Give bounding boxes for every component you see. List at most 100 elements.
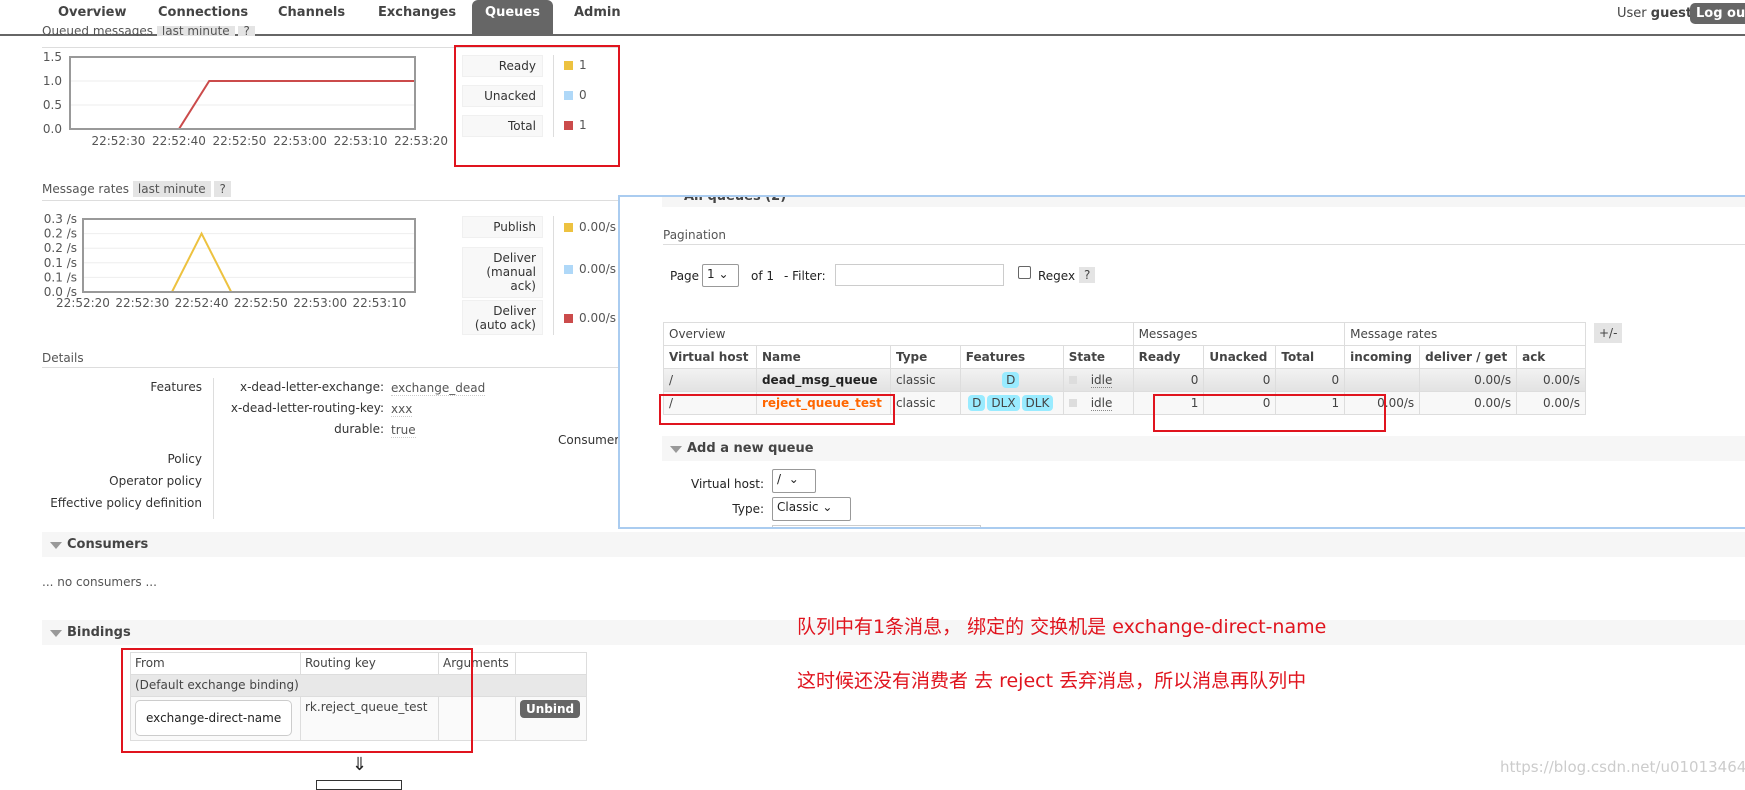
legend-label: Deliver (manual ack)	[462, 247, 543, 298]
down-arrow-icon: ⇓	[352, 754, 368, 775]
queued-range[interactable]: last minute	[156, 26, 235, 36]
logout-button[interactable]: Log out	[1690, 3, 1745, 24]
consumers-section-toggle[interactable]: Consumers	[42, 532, 1745, 557]
col-actions	[515, 652, 587, 675]
chevron-down-icon: ⌄	[788, 472, 799, 486]
unbind-button[interactable]: Unbind	[520, 700, 581, 718]
tab-connections[interactable]: Connections	[158, 5, 248, 20]
feature-badge: D	[1002, 372, 1020, 388]
column-header[interactable]: Features	[959, 345, 1064, 369]
column-header[interactable]: State	[1062, 345, 1134, 369]
filter-label: - Filter:	[784, 269, 826, 283]
columns-toggle-button[interactable]: +/-	[1594, 323, 1623, 343]
type-label: Type:	[732, 502, 764, 516]
help-button[interactable]: ?	[214, 181, 231, 197]
queue-row: / dead_msg_queue classic D idle 0 0 0 0.…	[663, 368, 1586, 392]
add-queue-toggle[interactable]: Add a new queue	[662, 436, 1745, 461]
plot-frame	[82, 218, 416, 293]
column-header[interactable]: Ready	[1132, 345, 1205, 369]
vhost-select[interactable]: / ⌄	[772, 469, 816, 493]
tab-admin[interactable]: Admin	[574, 5, 621, 20]
consumers-title: Consumers	[67, 537, 149, 552]
column-header[interactable]: Unacked	[1203, 345, 1277, 369]
annotation-text: 队列中有1条消息， 绑定的 交换机是 exchange-direct-name	[797, 616, 1327, 638]
group-overview: Overview	[663, 322, 1134, 346]
details-header: Details	[42, 351, 84, 365]
tab-queues[interactable]: Queues	[472, 0, 553, 34]
page-select[interactable]: 1 ⌄	[702, 264, 739, 287]
column-header[interactable]: Name	[755, 345, 891, 369]
column-header[interactable]: Total	[1275, 345, 1346, 369]
legend-label: Deliver (auto ack)	[462, 300, 543, 335]
column-header[interactable]: Virtual host	[663, 345, 757, 369]
rates-title: Message rates	[42, 182, 130, 196]
x-tick-label: 22:52:50	[234, 296, 288, 310]
type-value: Classic	[777, 500, 819, 514]
legend-swatch-icon	[564, 265, 573, 274]
x-tick-label: 22:53:00	[293, 296, 347, 310]
column-header[interactable]: deliver / get	[1419, 345, 1518, 369]
operator-policy-label: Operator policy	[109, 474, 202, 488]
rates-range[interactable]: last minute	[132, 181, 211, 197]
all-queues-title: All queues (2)	[684, 195, 787, 204]
x-tick-label: 22:53:10	[352, 296, 406, 310]
divider	[663, 244, 1745, 245]
message-rates-chart: 0.0 /s0.1 /s0.1 /s0.2 /s0.2 /s0.3 /s22:5…	[44, 212, 416, 310]
feature-badge: DLK	[1021, 395, 1054, 411]
x-tick-label: 22:52:20	[56, 296, 110, 310]
tab-exchanges[interactable]: Exchanges	[378, 5, 456, 20]
policy-label: Policy	[167, 452, 202, 466]
state-indicator-icon	[1068, 399, 1077, 407]
y-tick-label: 0.1 /s	[44, 256, 77, 270]
deliver-cell: 0.00/s	[1419, 391, 1518, 415]
help-button[interactable]: ?	[1079, 267, 1096, 283]
y-tick-label: 0.0	[43, 122, 62, 136]
divider	[42, 200, 618, 201]
y-tick-label: 1.5	[43, 50, 62, 64]
all-queues-toggle[interactable]: All queues (2)	[662, 195, 1745, 207]
group-message-rates: Message rates	[1344, 322, 1586, 346]
queue-box	[316, 780, 402, 790]
column-header[interactable]: incoming	[1344, 345, 1421, 369]
column-header[interactable]: ack	[1516, 345, 1586, 369]
page-label: Page	[670, 269, 700, 283]
divider	[42, 367, 618, 368]
x-tick-label: 22:52:40	[152, 134, 206, 148]
queued-title: Queued messages	[42, 26, 154, 36]
legend-label: Publish	[462, 216, 543, 238]
tab-overview[interactable]: Overview	[58, 5, 127, 20]
chevron-down-icon: ⌄	[718, 267, 729, 281]
state-text: idle	[1090, 373, 1113, 388]
legend-value: 0.00/s	[579, 262, 617, 276]
vhost-cell: /	[663, 368, 757, 392]
queue-name-link[interactable]: dead_msg_queue	[755, 368, 891, 392]
feature-key: x-dead-letter-exchange:	[239, 380, 384, 394]
tab-channels[interactable]: Channels	[278, 5, 345, 20]
help-button[interactable]: ?	[238, 26, 255, 36]
plot-frame	[69, 56, 416, 130]
feature-key: x-dead-letter-routing-key:	[230, 401, 384, 415]
user-name: guest	[1650, 6, 1693, 21]
feature-value: xxx	[391, 402, 413, 417]
add-queue-title: Add a new queue	[687, 441, 814, 456]
y-tick-label: 0.3 /s	[44, 212, 77, 226]
type-cell: classic	[889, 368, 961, 392]
state-indicator-icon	[1068, 376, 1077, 384]
annotation-text: 这时候还没有消费者 去 reject 丢弃消息，所以消息再队列中	[797, 670, 1307, 692]
features-label: Features	[150, 380, 202, 394]
group-messages: Messages	[1132, 322, 1346, 346]
queued-messages-chart: 0.0 0.5 1.0 1.5 22:52:30 22:52:40 22:52:50 22:5…	[43, 50, 448, 148]
vhost-label: Virtual host:	[691, 477, 764, 491]
legend-value: 0.00/s	[579, 220, 617, 234]
feature-badge: DLX	[987, 395, 1020, 411]
message-rates-header: Message rates last minute ?	[42, 181, 231, 197]
ready-cell: 0	[1132, 368, 1205, 392]
name-input[interactable]	[772, 525, 981, 527]
type-select[interactable]: Classic ⌄	[772, 497, 851, 521]
column-header[interactable]: Type	[889, 345, 961, 369]
incoming-cell	[1344, 368, 1421, 392]
filter-input[interactable]	[835, 264, 1004, 286]
regex-checkbox[interactable]	[1018, 266, 1031, 279]
effective-policy-label: Effective policy definition	[50, 496, 202, 510]
state-text: idle	[1090, 396, 1113, 411]
